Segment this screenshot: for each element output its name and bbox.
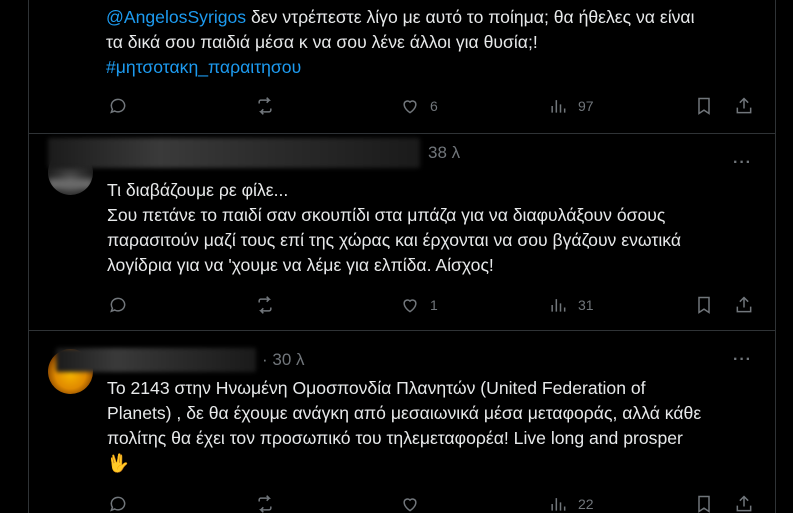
like-icon [403,498,417,512]
timeline: @AngelosSyrigos δεν ντρέπεστε λίγο με αυ… [0,0,793,513]
views-button[interactable]: 31 [548,295,594,315]
reply-icon [110,98,126,114]
views-count: 22 [578,496,594,512]
repost-icon [258,97,272,115]
tweet-text: @AngelosSyrigos δεν ντρέπεστε λίγο με αυ… [106,5,766,30]
share-button[interactable] [734,96,754,116]
views-count: 97 [578,98,594,114]
bookmark-icon [698,97,710,115]
tweet-text-line: λογίδρια για να 'χουμε να λέμε για ελπίδ… [107,255,494,275]
timestamp[interactable]: 38 λ [428,143,460,163]
views-button[interactable]: 97 [548,96,594,116]
like-count: 1 [430,297,438,313]
like-count: 6 [430,98,438,114]
repost-button[interactable] [255,96,275,116]
like-button[interactable]: 1 [400,295,438,315]
reply-button[interactable] [108,295,128,315]
share-button[interactable] [734,494,754,513]
tweet-header: · 30 λ [56,348,305,372]
like-icon [403,299,417,313]
more-options-button[interactable]: ··· [733,351,752,369]
bookmark-button[interactable] [694,96,714,116]
bookmark-icon [698,495,710,513]
share-icon [736,495,752,512]
tweet-text-line: Τι διαβάζουμε ρε φίλε... [107,180,289,200]
repost-icon [258,296,272,314]
repost-button[interactable] [255,494,275,513]
hashtag-link[interactable]: #μητσοτακη_παραιτησου [106,55,301,80]
more-options-button[interactable]: ··· [733,154,752,172]
bookmark-button[interactable] [694,295,714,315]
tweet[interactable]: @AngelosSyrigos δεν ντρέπεστε λίγο με αυ… [28,0,776,133]
share-icon [736,97,752,114]
tweet-text-line: παρασιτούν μαζί τους επί της χώρας και έ… [107,230,681,250]
vulcan-salute-emoji: 🖖 [107,453,129,473]
username-redacted [48,138,420,168]
tweet[interactable]: · 30 λ ··· Το 2143 στην Ηνωμένη Ομοσπονδ… [28,331,776,513]
like-button[interactable]: 6 [400,96,438,116]
tweet[interactable]: 38 λ ··· Τι διαβάζουμε ρε φίλε... Σου πε… [28,134,776,330]
reply-button[interactable] [108,494,128,513]
tweet-text-line: πολίτης θα έχει τον προσωπικό του τηλεμε… [107,428,683,448]
bookmark-button[interactable] [694,494,714,513]
repost-icon [258,495,272,513]
tweet-text-line: τα δικά σου παιδιά μέσα κ να σου λένε άλ… [106,32,538,52]
reply-button[interactable] [108,96,128,116]
tweet-text-line: δεν ντρέπεστε λίγο με αυτό το ποίημα; θα… [246,7,695,27]
reply-icon [110,297,126,313]
repost-button[interactable] [255,295,275,315]
like-button[interactable] [400,494,420,513]
tweet-header: 38 λ [48,138,460,168]
tweet-text-line: Planets) , δε θα έχουμε ανάγκη από μεσαι… [107,403,702,423]
views-count: 31 [578,297,594,313]
username-redacted [56,348,256,372]
share-icon [736,296,752,313]
views-button[interactable]: 22 [548,494,594,513]
bookmark-icon [698,296,710,314]
views-icon [551,100,566,113]
reply-icon [110,496,126,512]
views-icon [551,498,566,511]
like-icon [403,100,417,114]
tweet-text-line: Το 2143 στην Ηνωμένη Ομοσπονδία Πλανητών… [107,378,646,398]
views-icon [551,299,566,312]
timestamp[interactable]: · 30 λ [262,350,305,370]
share-button[interactable] [734,295,754,315]
tweet-text-line: Σου πετάνε το παιδί σαν σκουπίδι στα μπά… [107,205,666,225]
mention-link[interactable]: @AngelosSyrigos [106,7,246,27]
